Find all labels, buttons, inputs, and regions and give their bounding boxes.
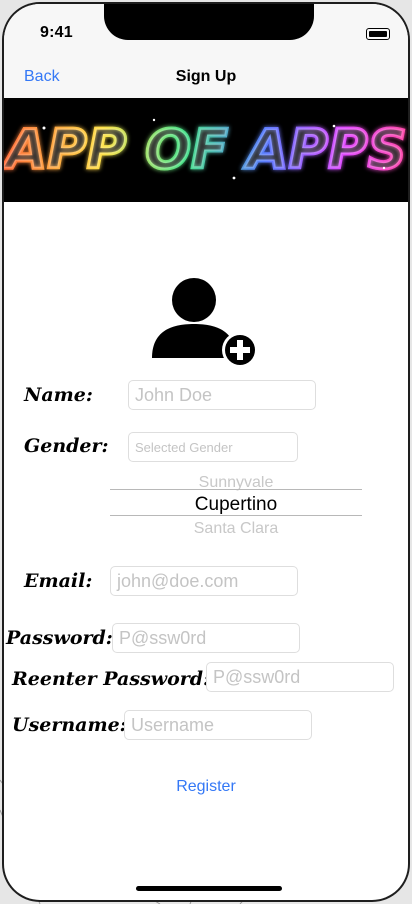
picker-divider-top — [110, 489, 362, 490]
username-label: Username: — [12, 714, 127, 736]
gender-label: Gender: — [24, 435, 109, 457]
email-input[interactable]: john@doe.com — [110, 566, 298, 596]
name-label: Name: — [24, 384, 93, 406]
reenter-password-input[interactable]: P@ssw0rd — [206, 662, 394, 692]
picker-option-selected[interactable]: Cupertino — [110, 494, 362, 516]
home-indicator[interactable] — [136, 886, 282, 891]
phone-screen: 9:41 Back Sign Up APP OF APPS APP OF APP… — [4, 4, 408, 900]
name-input[interactable]: John Doe — [128, 380, 316, 410]
gender-picker[interactable]: Sunnyvale Cupertino Santa Clara — [110, 476, 362, 534]
password-label: Password: — [6, 627, 113, 649]
device-notch — [104, 4, 314, 40]
add-user-icon[interactable] — [148, 276, 258, 372]
picker-option-below[interactable]: Santa Clara — [110, 520, 362, 534]
page-title: Sign Up — [175, 68, 237, 85]
register-button[interactable]: Register — [4, 778, 408, 796]
battery-icon — [366, 28, 390, 40]
status-bar: 9:41 — [4, 4, 408, 56]
gender-input[interactable]: Selected Gender — [128, 432, 298, 462]
picker-divider-bottom — [110, 515, 362, 516]
banner-graphic: APP OF APPS APP OF APPS — [4, 117, 408, 183]
banner-logo-fill: APP OF APPS — [4, 118, 407, 181]
app-banner-logo: APP OF APPS APP OF APPS — [4, 98, 408, 202]
status-time: 9:41 — [40, 24, 73, 41]
email-label: Email: — [24, 570, 93, 592]
reenter-password-label: Reenter Password: — [12, 668, 211, 690]
username-input[interactable]: Username — [124, 710, 312, 740]
password-input[interactable]: P@ssw0rd — [112, 623, 300, 653]
